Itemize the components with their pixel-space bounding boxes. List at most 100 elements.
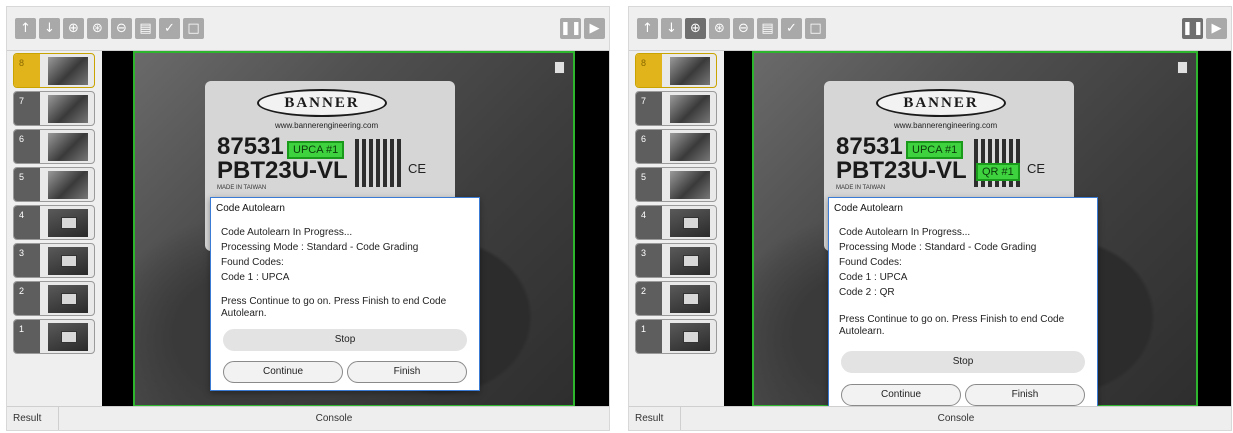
frame-image [670,171,710,199]
check-image-icon[interactable]: ✓ [781,18,802,39]
frame-number: 4 [14,206,40,239]
play-step-icon[interactable]: ▶ [584,18,605,39]
label-website: www.bannerengineering.com [275,121,379,130]
continue-button[interactable]: Continue [223,361,343,383]
stop-button[interactable]: Stop [223,329,467,351]
frame-thumbnail[interactable]: 5 [13,167,95,202]
dialog-status-lines: Code Autolearn In Progress... Processing… [221,225,418,285]
finish-button[interactable]: Finish [347,361,467,383]
frame-icon[interactable]: □ [805,18,826,39]
status-text: Code Autolearn In Progress... [839,227,971,238]
found-code-box[interactable]: UPCA #1 [906,141,964,159]
frame-thumbnail[interactable]: 4 [635,205,717,240]
tab-result[interactable]: Result [629,407,681,430]
zoom-in-icon[interactable]: ⊕ [685,18,706,39]
image-info-icon[interactable] [1177,61,1188,74]
processing-mode-text: Processing Mode : Standard - Code Gradin… [221,242,419,253]
arrow-down-icon[interactable]: ↓ [39,18,60,39]
processing-mode-text: Processing Mode : Standard - Code Gradin… [839,242,1037,253]
frame-image [670,323,710,351]
image-viewport[interactable]: BANNER www.bannerengineering.com 87531 P… [724,51,1231,415]
frame-number: 1 [636,320,662,353]
frame-image [670,285,710,313]
frame-number: 8 [14,54,40,87]
ce-mark: CE [408,161,427,176]
frame-image [670,95,710,123]
frame-icon[interactable]: □ [183,18,204,39]
tab-console[interactable]: Console [59,407,609,424]
arrow-up-icon[interactable]: ↑ [15,18,36,39]
frame-thumbnail[interactable]: 2 [635,281,717,316]
finish-button[interactable]: Finish [965,384,1085,406]
brand-logo: BANNER [876,89,1006,117]
frame-image [48,57,88,85]
frame-thumbnail[interactable]: 8 [635,53,717,88]
zoom-out-icon[interactable]: ⊖ [733,18,754,39]
frame-image [48,209,88,237]
arrow-down-icon[interactable]: ↓ [661,18,682,39]
tab-result[interactable]: Result [7,407,59,430]
zoom-out-icon[interactable]: ⊖ [111,18,132,39]
toolbar: ↑ ↓ ⊕ ⊛ ⊖ ▤ ✓ □ ❚❚ ▶ [7,7,609,51]
pause-icon[interactable]: ❚❚ [560,18,582,39]
frame-thumbnail[interactable]: 4 [13,205,95,240]
frame-number: 5 [14,168,40,201]
label-made-in: MADE IN TAIWAN [836,185,886,191]
frame-number: 7 [636,92,662,125]
frame-thumbnail[interactable]: 7 [635,91,717,126]
bottom-tabs: Result Console [7,406,609,430]
frame-history-sidebar: 8 7 6 5 4 3 2 1 [629,51,724,407]
frame-number: 6 [14,130,40,163]
found-code-box[interactable]: QR #1 [976,163,1020,181]
frame-thumbnail[interactable]: 1 [13,319,95,354]
label-website: www.bannerengineering.com [894,121,998,130]
found-code-box[interactable]: UPCA #1 [287,141,345,159]
image-viewport[interactable]: BANNER www.bannerengineering.com 87531 P… [102,51,609,407]
frame-thumbnail[interactable]: 3 [635,243,717,278]
frame-image [48,323,88,351]
dialog-title: Code Autolearn [834,203,903,214]
frame-image [670,247,710,275]
frame-thumbnail[interactable]: 2 [13,281,95,316]
found-codes-label: Found Codes: [839,257,902,268]
arrow-up-icon[interactable]: ↑ [637,18,658,39]
brand-logo: BANNER [257,89,387,117]
frame-number: 2 [14,282,40,315]
image-info-icon[interactable] [554,61,565,74]
zoom-fit-icon[interactable]: ⊛ [709,18,730,39]
inspection-panel-right: ↑ ↓ ⊕ ⊛ ⊖ ▤ ✓ □ ❚❚ ▶ 8 7 6 5 4 3 2 1 BAN… [628,6,1232,431]
frame-image [48,171,88,199]
code-autolearn-dialog: Code Autolearn Code Autolearn In Progres… [828,197,1098,415]
pause-icon[interactable]: ❚❚ [1182,18,1204,39]
play-step-icon[interactable]: ▶ [1206,18,1227,39]
qr-code [355,139,401,187]
frame-number: 4 [636,206,662,239]
continue-button[interactable]: Continue [841,384,961,406]
frame-image [48,285,88,313]
frame-number: 8 [636,54,662,87]
frame-image [48,247,88,275]
frame-image [670,57,710,85]
zoom-in-icon[interactable]: ⊕ [63,18,84,39]
frame-thumbnail[interactable]: 7 [13,91,95,126]
frame-thumbnail[interactable]: 6 [13,129,95,164]
frame-history-sidebar: 8 7 6 5 4 3 2 1 [7,51,102,407]
tab-console[interactable]: Console [681,407,1231,424]
frame-thumbnail[interactable]: 5 [635,167,717,202]
save-image-icon[interactable]: ▤ [757,18,778,39]
stop-button[interactable]: Stop [841,351,1085,373]
frame-number: 7 [14,92,40,125]
found-code-item: Code 2 : QR [839,287,895,298]
frame-thumbnail[interactable]: 1 [635,319,717,354]
zoom-fit-icon[interactable]: ⊛ [87,18,108,39]
label-model: PBT23U-VL [217,157,348,184]
found-codes-label: Found Codes: [221,257,284,268]
check-image-icon[interactable]: ✓ [159,18,180,39]
ce-mark: CE [1027,161,1046,176]
frame-thumbnail[interactable]: 3 [13,243,95,278]
frame-number: 3 [636,244,662,277]
frame-thumbnail[interactable]: 6 [635,129,717,164]
frame-thumbnail[interactable]: 8 [13,53,95,88]
frame-image [48,95,88,123]
save-image-icon[interactable]: ▤ [135,18,156,39]
